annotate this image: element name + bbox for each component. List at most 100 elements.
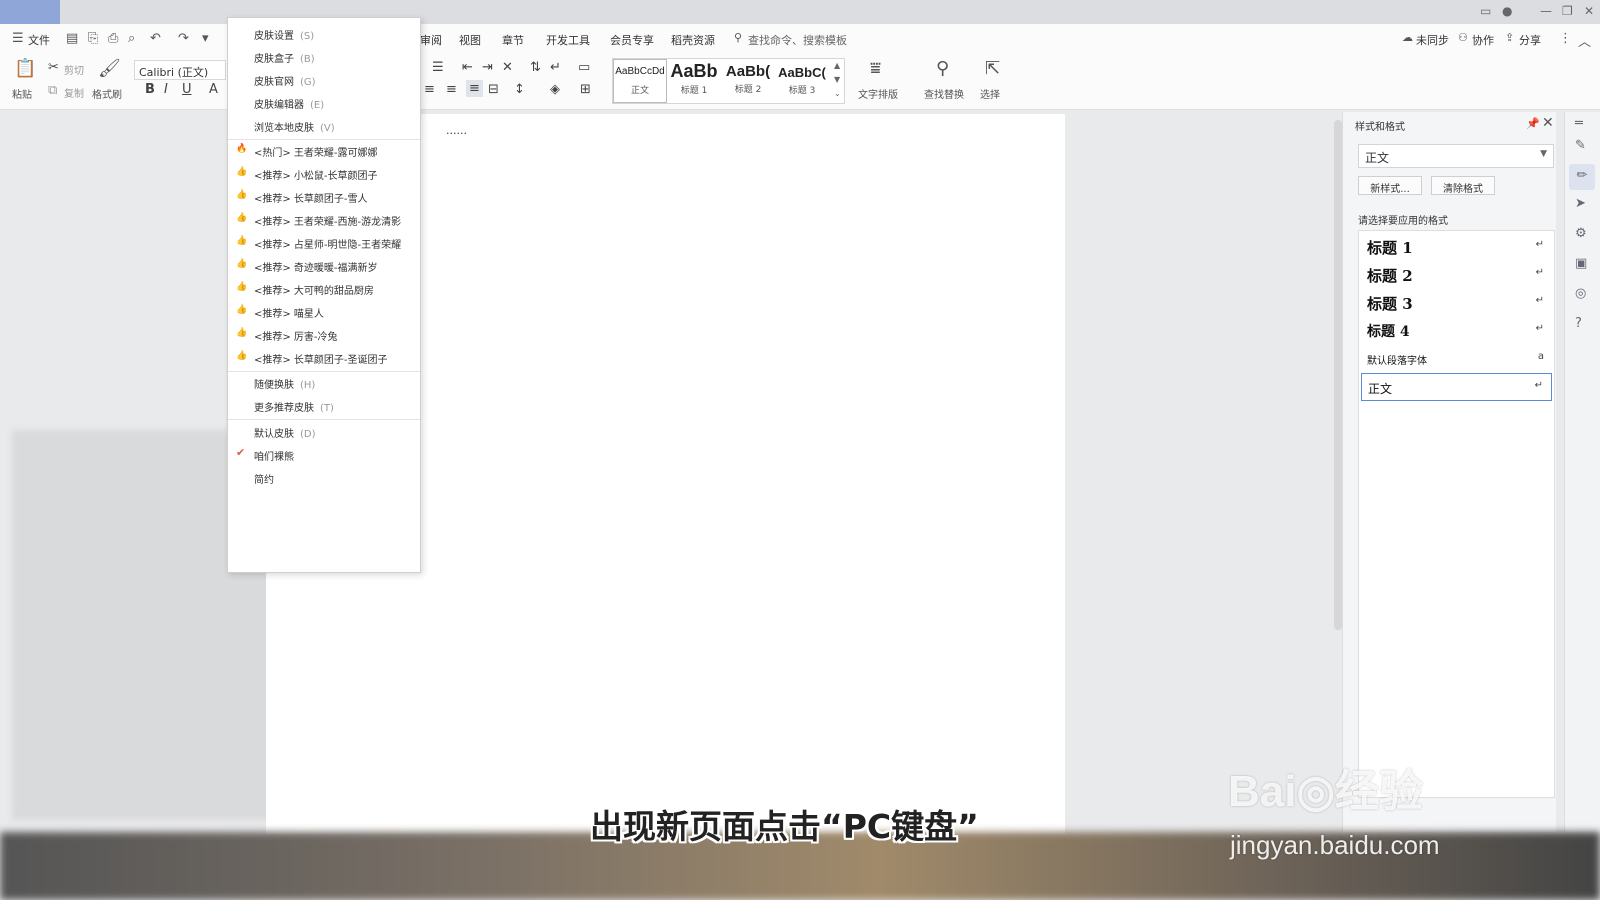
layout-icon[interactable]: ▭ [1480, 4, 1491, 18]
redo-icon[interactable]: ↷ [178, 31, 189, 46]
font-name-select[interactable]: Calibri (正文) [134, 60, 226, 80]
close-icon[interactable]: ✕ [1542, 115, 1554, 131]
tab-docer[interactable]: 稻壳资源 [671, 32, 715, 48]
menu-item-skin[interactable]: 👍 <推荐> 厉害-冷兔 [228, 323, 420, 346]
collapse-ribbon-icon[interactable]: ︿ [1578, 31, 1591, 50]
undo-icon[interactable]: ↶ [150, 31, 161, 46]
text-layout-icon[interactable]: ⩸ [870, 58, 881, 79]
panel-title[interactable]: 样式和格式 [1355, 118, 1405, 133]
tab-chapter[interactable]: 章节 [502, 32, 524, 48]
edit-pen-icon[interactable]: ✏ [1569, 164, 1595, 190]
find-replace-label[interactable]: 查找替换 [924, 86, 964, 101]
menu-item-skin[interactable]: 👍 <推荐> 王者荣耀-西施-游龙清影 [228, 208, 420, 231]
avatar[interactable]: ● [1502, 4, 1512, 18]
print-icon[interactable]: ⎙ [108, 31, 118, 46]
app-tab[interactable] [0, 0, 60, 24]
menu-item-skin[interactable]: 🔥 <热门> 王者荣耀-露可娜娜 [228, 139, 420, 162]
shading-icon[interactable]: ◈ [550, 82, 560, 97]
text-layout-label[interactable]: 文字排版 [858, 86, 898, 101]
chinese-layout-icon[interactable]: ✕ [502, 60, 513, 75]
table-border-icon[interactable]: ▭ [578, 60, 590, 75]
menu-item-skin[interactable]: 👍 <推荐> 大可鸭的甜品厨房 [228, 277, 420, 300]
style-normal[interactable]: AaBbCcDd 正文 [613, 59, 667, 103]
customize-icon[interactable]: ▾ [202, 31, 209, 46]
print-preview-icon[interactable]: ⌕ [128, 31, 135, 46]
bullets-icon[interactable]: ☰ [432, 60, 444, 75]
tab-member[interactable]: 会员专享 [610, 32, 654, 48]
underline-icon[interactable]: U [182, 82, 192, 97]
copy-icon[interactable]: ⧉ [48, 83, 57, 98]
close-window-icon[interactable]: ✕ [1584, 4, 1594, 18]
minimize-icon[interactable]: — [1540, 4, 1552, 18]
tab-review[interactable]: 审阅 [420, 32, 442, 48]
style-heading-2[interactable]: AaBb( 标题 2 [721, 59, 775, 103]
italic-icon[interactable]: I [164, 82, 168, 97]
command-search[interactable]: 查找命令、搜索模板 [748, 32, 847, 48]
distribute-icon[interactable]: ⊟ [488, 82, 499, 97]
new-style-button[interactable]: 新样式... [1358, 176, 1422, 195]
menu-item-skin-box[interactable]: 皮肤盒子 (B) [228, 45, 420, 68]
document-text[interactable]: ...... [446, 124, 467, 137]
list-item[interactable]: 标题 2 ↵ [1361, 261, 1552, 289]
select-icon[interactable]: ⇱ [985, 58, 1000, 79]
gallery-down-icon[interactable]: ▼ [834, 75, 840, 84]
menu-item-default-skin[interactable]: 默认皮肤 (D) [228, 420, 420, 443]
borders-icon[interactable]: ⊞ [580, 82, 591, 97]
sync-status[interactable]: 未同步 [1416, 32, 1449, 48]
sort-icon[interactable]: ⇅ [530, 60, 541, 75]
more-icon[interactable]: ⋮ [1559, 31, 1572, 46]
show-marks-icon[interactable]: ↵ [550, 60, 561, 75]
increase-indent-icon[interactable]: ⇥ [482, 60, 493, 75]
menu-item-skin[interactable]: 👍 <推荐> 喵星人 [228, 300, 420, 323]
list-item[interactable]: 标题 4 ↵ [1361, 317, 1552, 345]
list-item[interactable]: 正文 ↵ [1361, 373, 1552, 401]
help-icon[interactable]: ? [1575, 316, 1582, 331]
format-painter-icon[interactable]: 🖌 [98, 58, 121, 79]
menu-item-skin[interactable]: 👍 <推荐> 小松鼠-长草颜团子 [228, 162, 420, 185]
tab-developer[interactable]: 开发工具 [546, 32, 590, 48]
menu-item-skin-settings[interactable]: 皮肤设置 (S) [228, 22, 420, 45]
pointer-icon[interactable]: ➤ [1575, 196, 1586, 211]
copy-label[interactable]: 复制 [64, 85, 84, 100]
tab-view[interactable]: 视图 [459, 32, 481, 48]
menu-item-bare-bears[interactable]: ✔ 咱们裸熊 [228, 443, 420, 466]
gallery-up-icon[interactable]: ▲ [834, 61, 840, 70]
menu-item-skin[interactable]: 👍 <推荐> 长草颜团子-圣诞团子 [228, 346, 420, 369]
menu-item-browse-local[interactable]: 浏览本地皮肤 (V) [228, 114, 420, 137]
restore-icon[interactable]: ❐ [1562, 4, 1573, 18]
justify-icon[interactable]: ≡ [466, 80, 483, 97]
align-center-icon[interactable]: ≡ [424, 82, 435, 97]
pin-icon[interactable]: 📌 [1526, 117, 1540, 130]
clear-format-button[interactable]: 清除格式 [1431, 176, 1495, 195]
gallery-expand-icon[interactable]: ⌄ [834, 89, 841, 98]
select-label[interactable]: 选择 [980, 86, 1000, 101]
current-style-select[interactable]: 正文 ▼ [1358, 144, 1554, 168]
style-brush-icon[interactable]: ✎ [1575, 138, 1586, 153]
format-painter-label[interactable]: 格式刷 [92, 86, 122, 101]
export-pdf-icon[interactable]: ⎘ [88, 31, 98, 46]
gallery-icon[interactable]: ▣ [1575, 256, 1587, 271]
line-spacing-icon[interactable]: ↕ [514, 82, 525, 97]
align-right-icon[interactable]: ≡ [446, 82, 457, 97]
list-item[interactable]: 标题 3 ↵ [1361, 289, 1552, 317]
menu-item-skin[interactable]: 👍 <推荐> 奇迹暖暖-福满新岁 [228, 254, 420, 277]
share-button[interactable]: 分享 [1519, 32, 1541, 48]
list-item[interactable]: 默认段落字体 a [1361, 345, 1552, 373]
cut-icon[interactable]: ✂ [48, 60, 59, 75]
menu-item-random-skin[interactable]: 随便换肤 (H) [228, 371, 420, 394]
bold-icon[interactable]: B [145, 82, 155, 97]
hamburger-icon[interactable]: ☰ [12, 31, 24, 46]
style-heading-3[interactable]: AaBbC( 标题 3 [775, 59, 829, 103]
menu-item-more-skins[interactable]: 更多推荐皮肤 (T) [228, 394, 420, 417]
menu-item-skin[interactable]: 👍 <推荐> 占星师-明世隐-王者荣耀 [228, 231, 420, 254]
vertical-scrollbar[interactable] [1334, 120, 1342, 630]
adjust-icon[interactable]: ⚙ [1575, 226, 1587, 241]
paste-label[interactable]: 粘贴 [12, 86, 32, 101]
navigate-icon[interactable]: ◎ [1575, 286, 1586, 301]
menu-item-skin-editor[interactable]: 皮肤编辑器 (E) [228, 91, 420, 114]
list-item[interactable]: 标题 1 ↵ [1361, 233, 1552, 261]
save-icon[interactable]: ▤ [66, 31, 78, 46]
menu-item-simple[interactable]: 简约 [228, 466, 420, 489]
collab-button[interactable]: 协作 [1472, 32, 1494, 48]
font-color-icon[interactable]: A [209, 82, 218, 97]
